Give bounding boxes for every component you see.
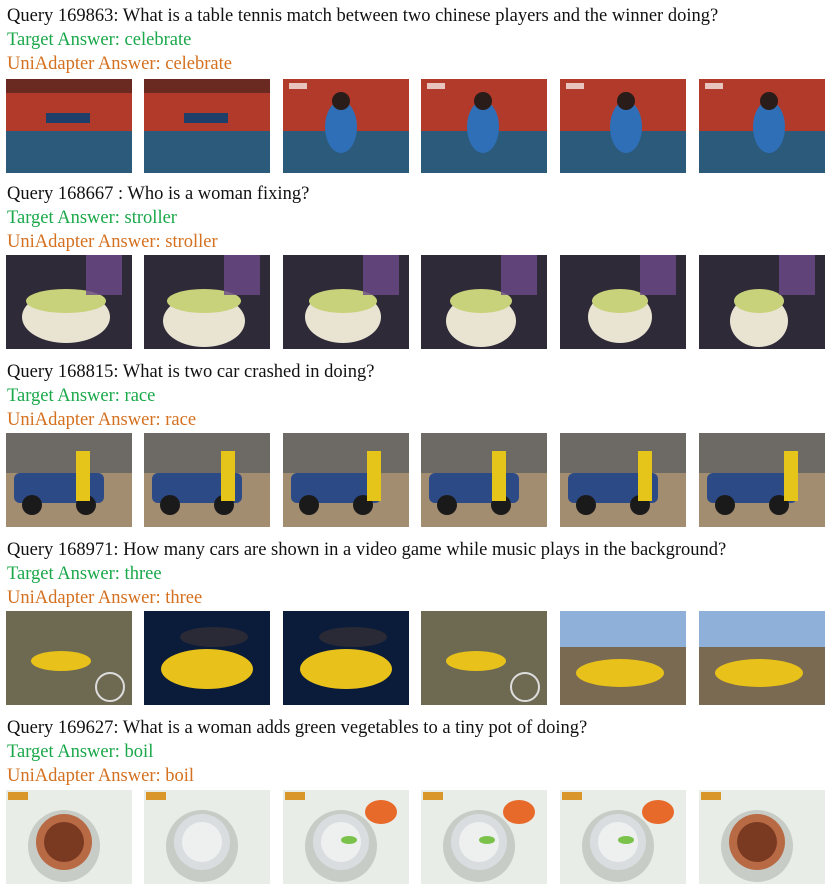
video-frame-4 — [421, 255, 547, 349]
video-frame-2 — [144, 611, 270, 705]
predicted-answer: UniAdapter Answer: celebrate — [7, 54, 232, 74]
video-frame-2 — [144, 79, 270, 173]
video-frame-6 — [699, 79, 825, 173]
video-frame-6 — [699, 611, 825, 705]
target-answer: Target Answer: three — [7, 564, 162, 584]
video-frame-3 — [283, 790, 409, 884]
video-frames — [6, 255, 828, 349]
video-frame-6 — [699, 255, 825, 349]
video-frame-6 — [699, 433, 825, 527]
video-frames — [6, 79, 828, 173]
query-text: Query 168815: What is two car crashed in… — [7, 362, 375, 382]
video-frame-5 — [560, 255, 686, 349]
predicted-answer: UniAdapter Answer: three — [7, 588, 203, 608]
video-frame-2 — [144, 255, 270, 349]
video-frame-6 — [699, 790, 825, 884]
video-frame-2 — [144, 790, 270, 884]
predicted-answer: UniAdapter Answer: race — [7, 410, 197, 430]
predicted-answer: UniAdapter Answer: stroller — [7, 232, 218, 252]
video-frame-4 — [421, 611, 547, 705]
target-answer: Target Answer: celebrate — [7, 30, 192, 50]
video-frame-2 — [144, 433, 270, 527]
video-frame-5 — [560, 433, 686, 527]
video-frame-3 — [283, 433, 409, 527]
video-frames — [6, 611, 828, 705]
target-answer: Target Answer: race — [7, 386, 156, 406]
video-frames — [6, 790, 828, 884]
target-answer: Target Answer: boil — [7, 742, 154, 762]
video-frame-1 — [6, 433, 132, 527]
video-frame-1 — [6, 611, 132, 705]
video-frame-5 — [560, 611, 686, 705]
video-frame-1 — [6, 79, 132, 173]
query-text: Query 169863: What is a table tennis mat… — [7, 6, 719, 26]
video-frame-1 — [6, 790, 132, 884]
query-text: Query 169627: What is a woman adds green… — [7, 718, 588, 738]
video-frame-3 — [283, 255, 409, 349]
video-frame-1 — [6, 255, 132, 349]
video-frame-5 — [560, 79, 686, 173]
video-frame-5 — [560, 790, 686, 884]
query-text: Query 168971: How many cars are shown in… — [7, 540, 727, 560]
video-frame-4 — [421, 790, 547, 884]
video-frame-3 — [283, 611, 409, 705]
predicted-answer: UniAdapter Answer: boil — [7, 766, 195, 786]
video-frame-3 — [283, 79, 409, 173]
video-frame-4 — [421, 433, 547, 527]
query-text: Query 168667 : Who is a woman fixing? — [7, 184, 310, 204]
target-answer: Target Answer: stroller — [7, 208, 177, 228]
video-frames — [6, 433, 828, 527]
video-frame-4 — [421, 79, 547, 173]
